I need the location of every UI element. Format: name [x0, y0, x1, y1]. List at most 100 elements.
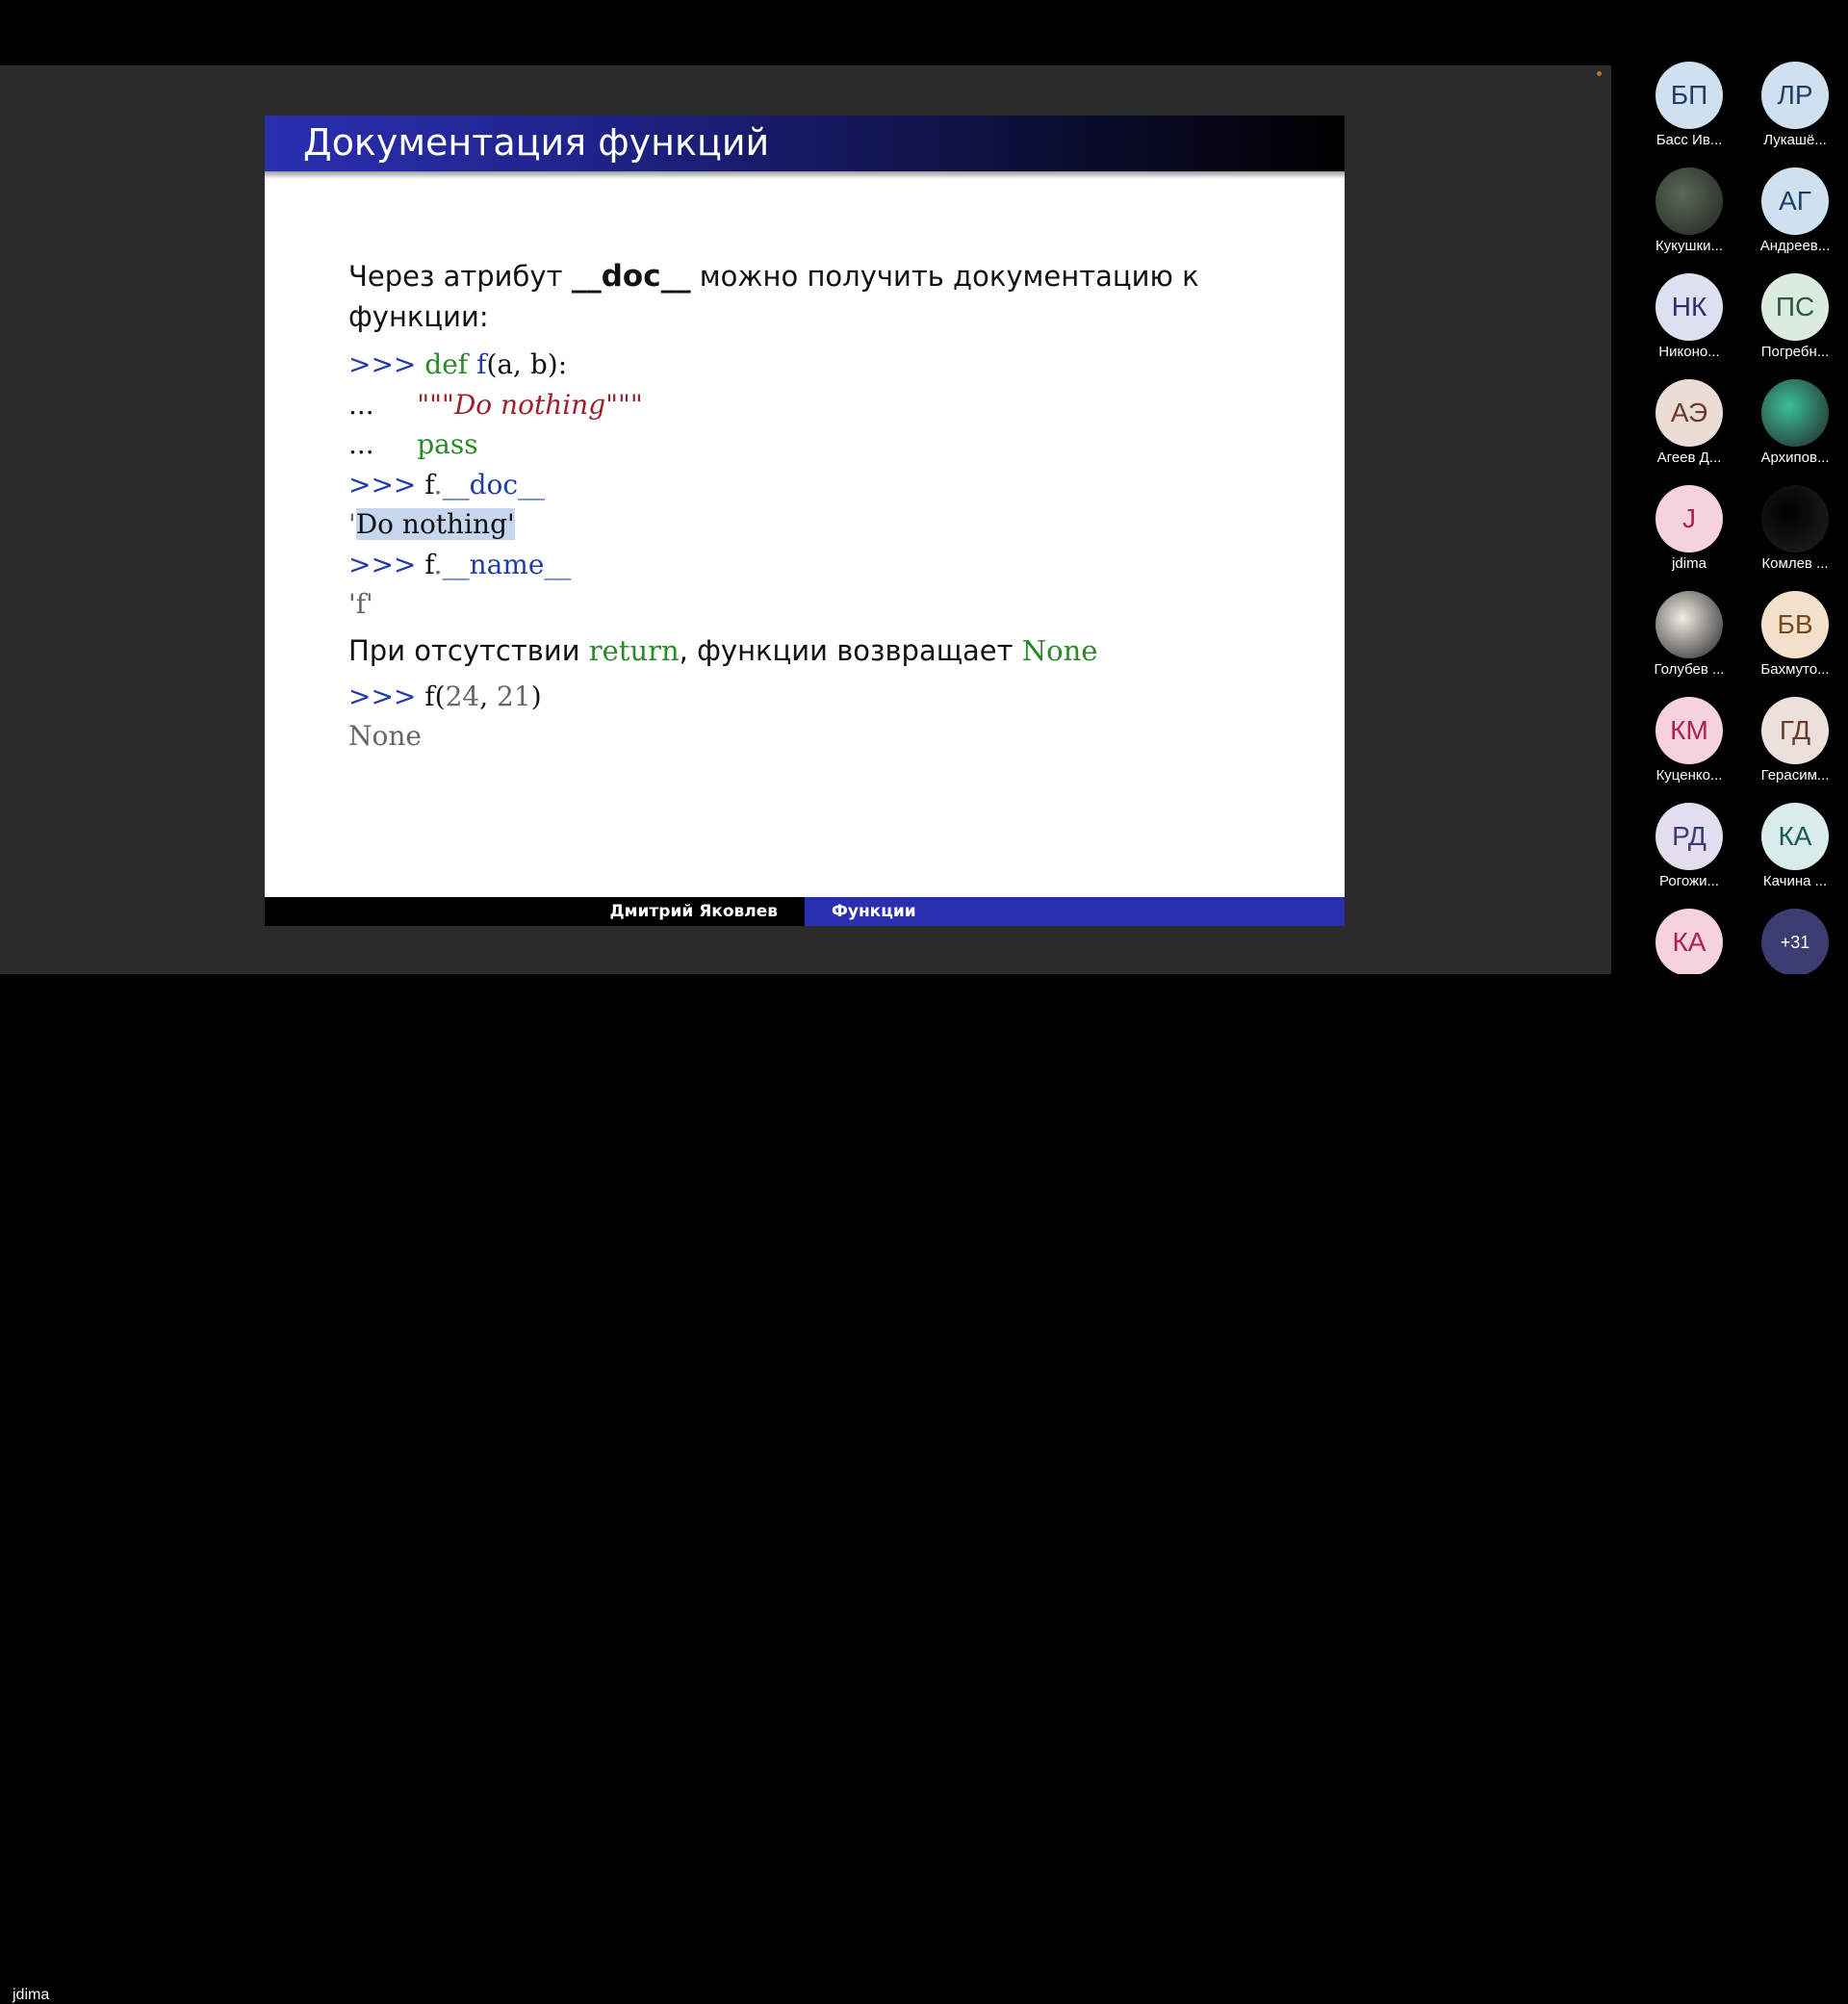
- code-token: ): [530, 680, 542, 712]
- code-token: ,: [479, 680, 498, 712]
- code-token: __name__: [442, 548, 572, 580]
- presenter-name: jdima: [13, 1987, 50, 2003]
- participant-tile[interactable]: Голубев ...: [1636, 591, 1742, 678]
- participant-avatar: РД: [1656, 803, 1723, 870]
- participant-avatar: БВ: [1761, 591, 1829, 658]
- code-token: __doc__: [442, 468, 546, 501]
- doc-attribute: __doc__: [571, 259, 691, 294]
- slide-title: Документация функций: [303, 121, 770, 164]
- participant-name: jdima: [1672, 555, 1707, 572]
- participant-name: Погребн...: [1760, 344, 1830, 360]
- code-token: f: [476, 348, 487, 380]
- participant-tile[interactable]: ГД Герасим...: [1742, 697, 1848, 784]
- code-token: 21: [497, 680, 531, 712]
- participant-name: Никоно...: [1658, 344, 1720, 360]
- code-line: >>> f.__doc__: [348, 465, 1272, 505]
- code-token: .: [433, 548, 443, 580]
- code-line: 'f': [348, 584, 1272, 625]
- code-token: ...: [348, 428, 418, 460]
- code-token: ...: [348, 388, 418, 421]
- intro-text-1: Через атрибут: [348, 260, 572, 293]
- participant-tile[interactable]: ПС Погребн...: [1742, 273, 1848, 360]
- note-text-2: , функции возвращает: [679, 633, 1022, 667]
- participant-tile[interactable]: БВ Бахмуто...: [1742, 591, 1848, 678]
- participant-photo: [1761, 379, 1829, 447]
- participant-avatar: БП: [1656, 62, 1723, 129]
- slide-footer: Дмитрий Яковлев Функции: [265, 897, 1345, 926]
- intro-paragraph: Через атрибут __doc__ можно получить док…: [348, 256, 1272, 337]
- code-token: >>>: [348, 680, 425, 712]
- participant-tile[interactable]: БП Басс Ив...: [1636, 62, 1742, 148]
- code-token: ': [348, 508, 356, 540]
- participant-avatar: КА: [1761, 803, 1829, 870]
- code-line: ... pass: [348, 424, 1272, 465]
- participant-name: Голубев ...: [1654, 661, 1725, 678]
- participant-avatar: ЛР: [1761, 62, 1829, 129]
- participant-name: Агеев Д...: [1656, 450, 1722, 466]
- participant-avatar: АГ: [1761, 167, 1829, 235]
- footer-section-text: Функции: [832, 902, 916, 921]
- participant-tile[interactable]: РД Рогожи...: [1636, 803, 1742, 889]
- code-token: >>>: [348, 548, 425, 580]
- code-token: Do nothing': [355, 508, 515, 540]
- code-token: (a, b):: [486, 348, 568, 380]
- note-text-1: При отсутствии: [348, 633, 589, 667]
- slide-body: Через атрибут __doc__ можно получить док…: [348, 256, 1272, 757]
- code-token: .: [433, 468, 443, 501]
- code-token: None: [348, 720, 422, 752]
- code-line: 'Do nothing': [348, 504, 1272, 545]
- participant-tile[interactable]: Jjdima: [1636, 485, 1742, 572]
- none-keyword: None: [1021, 633, 1098, 667]
- participant-name: Лукашё...: [1763, 132, 1827, 148]
- participant-avatar: ГД: [1761, 697, 1829, 764]
- slide-header: Документация функций: [265, 116, 1345, 179]
- participant-name: Рогожи...: [1659, 873, 1719, 889]
- bottom-bar: jdima: [0, 974, 1848, 2003]
- participant-photo: [1761, 485, 1829, 552]
- participant-avatar: НК: [1656, 273, 1723, 341]
- code-token: pass: [417, 428, 478, 460]
- participant-name: Кукушки...: [1656, 238, 1723, 254]
- participant-name: Архипов...: [1760, 450, 1830, 466]
- footer-author-text: Дмитрий Яковлев: [609, 902, 778, 921]
- code-line: None: [348, 716, 1272, 757]
- participant-name: Качина ...: [1762, 873, 1828, 889]
- participant-avatar: +31: [1761, 909, 1829, 976]
- code-token: f(: [424, 680, 446, 712]
- more-participants-button[interactable]: +31: [1742, 909, 1848, 979]
- code-token: >>>: [348, 468, 425, 501]
- participant-tile[interactable]: Комлев ...: [1742, 485, 1848, 572]
- code-line: ... """Do nothing""": [348, 385, 1272, 425]
- participant-tile[interactable]: Архипов...: [1742, 379, 1848, 466]
- code-token: 24: [445, 680, 480, 712]
- participant-avatar: J: [1656, 485, 1723, 552]
- participants-panel: БП Басс Ив... ЛР Лукашё... Кукушки... АГ Андре…: [1611, 62, 1848, 995]
- participant-tile[interactable]: АЭ Агеев Д...: [1636, 379, 1742, 466]
- code-line: >>> def f(a, b):: [348, 345, 1272, 385]
- presentation-slide: Документация функций Через атрибут __doc…: [265, 116, 1345, 926]
- participant-avatar: ПС: [1761, 273, 1829, 341]
- participant-name: Бахмуто...: [1760, 661, 1830, 678]
- code-block-none: >>> f(24, 21) None: [348, 677, 1272, 757]
- participant-tile[interactable]: Кукушки...: [1636, 167, 1742, 254]
- participant-name: Басс Ив...: [1656, 132, 1723, 148]
- participant-name: Андреев...: [1759, 238, 1831, 254]
- return-note: При отсутствии return, функции возвращае…: [348, 630, 1272, 671]
- code-token: f: [424, 468, 434, 501]
- code-token: 'f': [348, 588, 373, 620]
- participant-avatar: КМ: [1656, 697, 1723, 764]
- participant-tile[interactable]: ЛР Лукашё...: [1742, 62, 1848, 148]
- code-line: >>> f(24, 21): [348, 677, 1272, 717]
- participant-photo: [1656, 167, 1723, 235]
- participant-avatar: КА: [1656, 909, 1723, 976]
- participant-tile[interactable]: КМ Куценко...: [1636, 697, 1742, 784]
- return-keyword: return: [588, 633, 680, 667]
- code-token: def: [424, 348, 477, 380]
- participant-tile[interactable]: НК Никоно...: [1636, 273, 1742, 360]
- code-token: """Do nothing""": [417, 388, 643, 421]
- recording-indicator: [1597, 71, 1602, 76]
- participant-tile[interactable]: АГ Андреев...: [1742, 167, 1848, 254]
- participant-avatar: АЭ: [1656, 379, 1723, 447]
- participant-name: Куценко...: [1656, 767, 1723, 784]
- participant-tile[interactable]: КА Качина ...: [1742, 803, 1848, 889]
